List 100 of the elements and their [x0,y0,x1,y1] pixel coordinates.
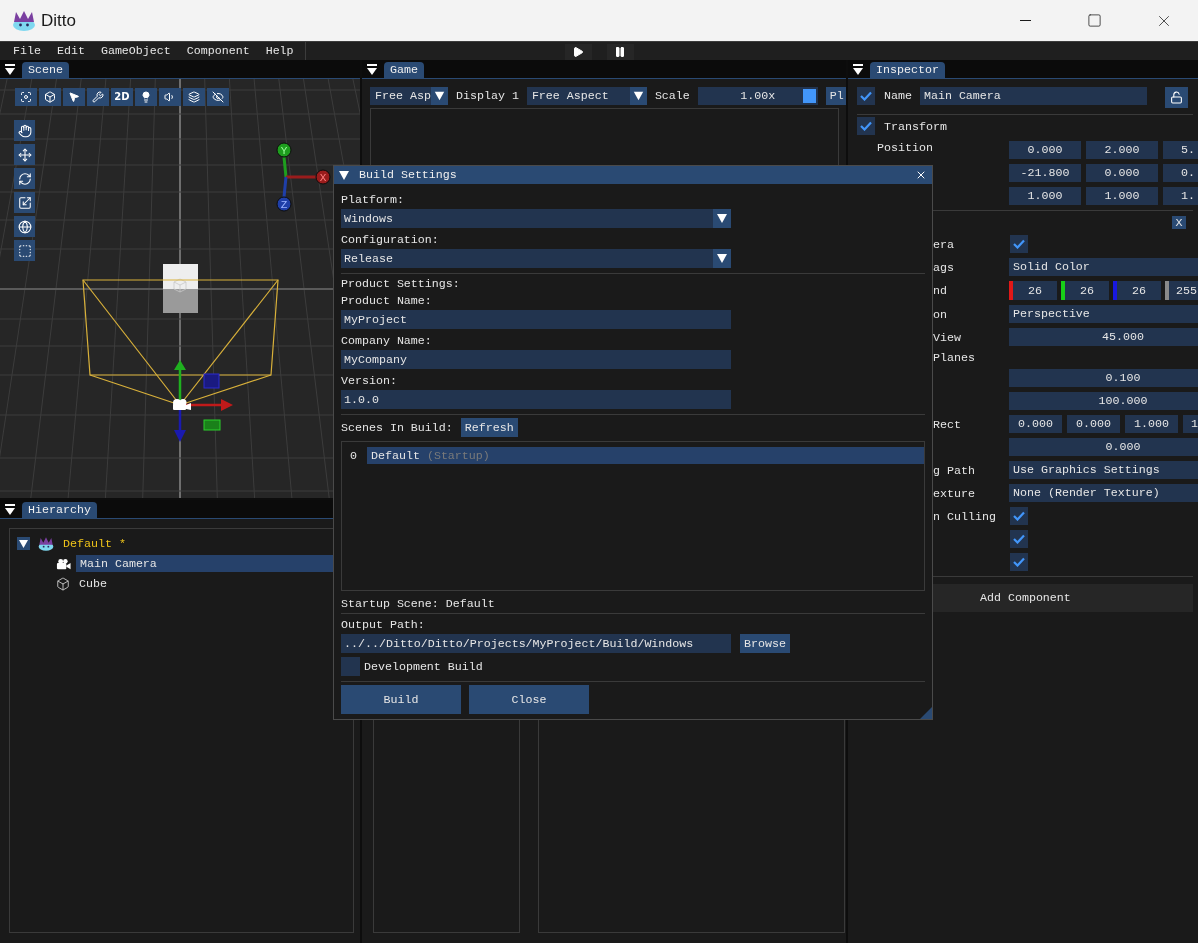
aspect-dropdown[interactable]: Free Asp [370,87,448,105]
component-checkbox[interactable] [857,117,875,135]
active-checkbox[interactable] [857,87,875,105]
play-button[interactable] [564,44,592,60]
toolbar-button[interactable] [63,88,85,106]
property-label: exture [933,486,975,500]
panel-tab[interactable]: Inspector [870,62,945,78]
panel-menu-icon[interactable] [367,64,377,75]
expand-arrow-icon[interactable] [17,537,30,550]
text-input[interactable]: MyProject [341,310,731,329]
toolbar-button[interactable] [135,88,157,106]
field-label: Output Path: [341,618,426,631]
property-dropdown[interactable]: Perspective [1009,305,1198,323]
property-checkbox[interactable] [1010,553,1028,571]
eye-off-icon [212,91,224,103]
number-field[interactable]: 0.000 [1009,415,1062,433]
pause-button[interactable] [606,44,634,60]
field-label: Platform: [341,193,405,206]
tool-button[interactable] [14,168,35,189]
number-field[interactable]: 100.000 [1009,392,1198,410]
property-dropdown[interactable]: None (Render Texture) [1009,484,1198,502]
browse-button[interactable]: Browse [740,634,790,653]
development-build-checkbox[interactable] [341,657,360,676]
close-icon [915,169,927,181]
channel-field[interactable]: 26 [1117,281,1161,300]
add-component-button[interactable]: Add Component [933,584,1193,612]
refresh-button[interactable]: Refresh [460,418,518,437]
panel-tab[interactable]: Scene [22,62,69,78]
lock-button[interactable] [1164,87,1188,108]
configuration-dropdown[interactable]: Release [341,249,731,268]
number-field[interactable]: 0.100 [1009,369,1198,387]
toolbar-button[interactable] [207,88,229,106]
number-field[interactable]: 1. [1163,187,1198,205]
number-field[interactable]: 5. [1163,141,1198,159]
toolbar-button[interactable] [15,88,37,106]
tool-button[interactable] [14,240,35,261]
dialog-button[interactable]: Close [469,685,589,714]
number-field[interactable]: 0.000 [1009,141,1081,159]
toolbar-button[interactable] [39,88,61,106]
channel-field[interactable]: 26 [1065,281,1109,300]
panel-tab[interactable]: Game [384,62,424,78]
number-field[interactable]: 0.000 [1067,415,1120,433]
number-field[interactable]: 1 [1183,415,1198,433]
check-icon [860,91,872,101]
panel-menu-icon[interactable] [853,64,863,75]
channel-field[interactable]: 255 [1169,281,1198,300]
panel-menu-icon[interactable] [5,64,15,75]
number-field[interactable]: 45.000 [1009,328,1198,346]
menu-item[interactable]: Component [178,42,258,60]
platform-dropdown[interactable]: Windows [341,209,731,228]
view-mode-button[interactable]: 2D [111,88,133,106]
menu-item[interactable]: GameObject [92,42,179,60]
panel-menu-icon[interactable] [5,504,15,515]
number-field[interactable]: -21.800 [1009,164,1081,182]
number-field[interactable]: 0.000 [1086,164,1158,182]
number-field[interactable]: 0.000 [1009,438,1198,456]
collapse-triangle-icon[interactable] [339,170,349,180]
text-input[interactable]: MyCompany [341,350,731,369]
toolbar-button[interactable] [159,88,181,106]
panel-tab[interactable]: Hierarchy [22,502,97,518]
move-gizmo[interactable] [174,360,233,442]
channel-field[interactable]: 26 [1013,281,1057,300]
tool-button[interactable] [14,216,35,237]
check-icon [1013,557,1025,567]
menu-item[interactable]: Edit [48,42,93,60]
property-dropdown[interactable]: Use Graphics Settings [1009,461,1198,479]
text-input[interactable]: 1.0.0 [341,390,731,409]
tool-button[interactable] [14,120,35,141]
resize-grip-icon[interactable] [920,707,932,719]
menu-item[interactable]: File [5,42,49,60]
axis-handle[interactable]: Z [276,176,292,212]
scale-slider[interactable]: 1.00x [697,87,818,105]
startup-scene-text: Startup Scene: Default [341,597,496,610]
plane-handle[interactable] [203,373,220,389]
property-dropdown[interactable]: Solid Color [1009,258,1198,276]
number-field[interactable]: 2.000 [1086,141,1158,159]
tool-button[interactable] [14,192,35,213]
field-label: Scenes In Build: [341,421,453,434]
menu-item[interactable]: Help [257,42,302,60]
plane-handle[interactable] [203,419,221,431]
number-field[interactable]: 1.000 [1125,415,1178,433]
checkbox-label: Development Build [364,660,483,673]
property-checkbox[interactable] [1010,235,1028,253]
toolbar-text-button[interactable]: Pl [825,87,846,105]
tool-button[interactable] [14,144,35,165]
number-field[interactable]: 1.000 [1009,187,1081,205]
number-field[interactable]: 0. [1163,164,1198,182]
slider-thumb[interactable] [802,89,816,103]
scene-list-item[interactable]: Default (Startup) [367,447,924,464]
remove-component-button[interactable]: X [1172,216,1186,229]
output-path-field[interactable]: ../../Ditto/Ditto/Projects/MyProject/Build/Windows [341,634,731,653]
toolbar-button[interactable] [87,88,109,106]
property-checkbox[interactable] [1010,507,1028,525]
number-field[interactable]: 1.000 [1086,187,1158,205]
property-checkbox[interactable] [1010,530,1028,548]
dialog-button[interactable]: Build [341,685,461,714]
close-button[interactable] [915,169,927,181]
name-field[interactable]: Main Camera [919,87,1147,105]
aspect-dropdown[interactable]: Free Aspect [526,87,647,105]
toolbar-button[interactable] [183,88,205,106]
